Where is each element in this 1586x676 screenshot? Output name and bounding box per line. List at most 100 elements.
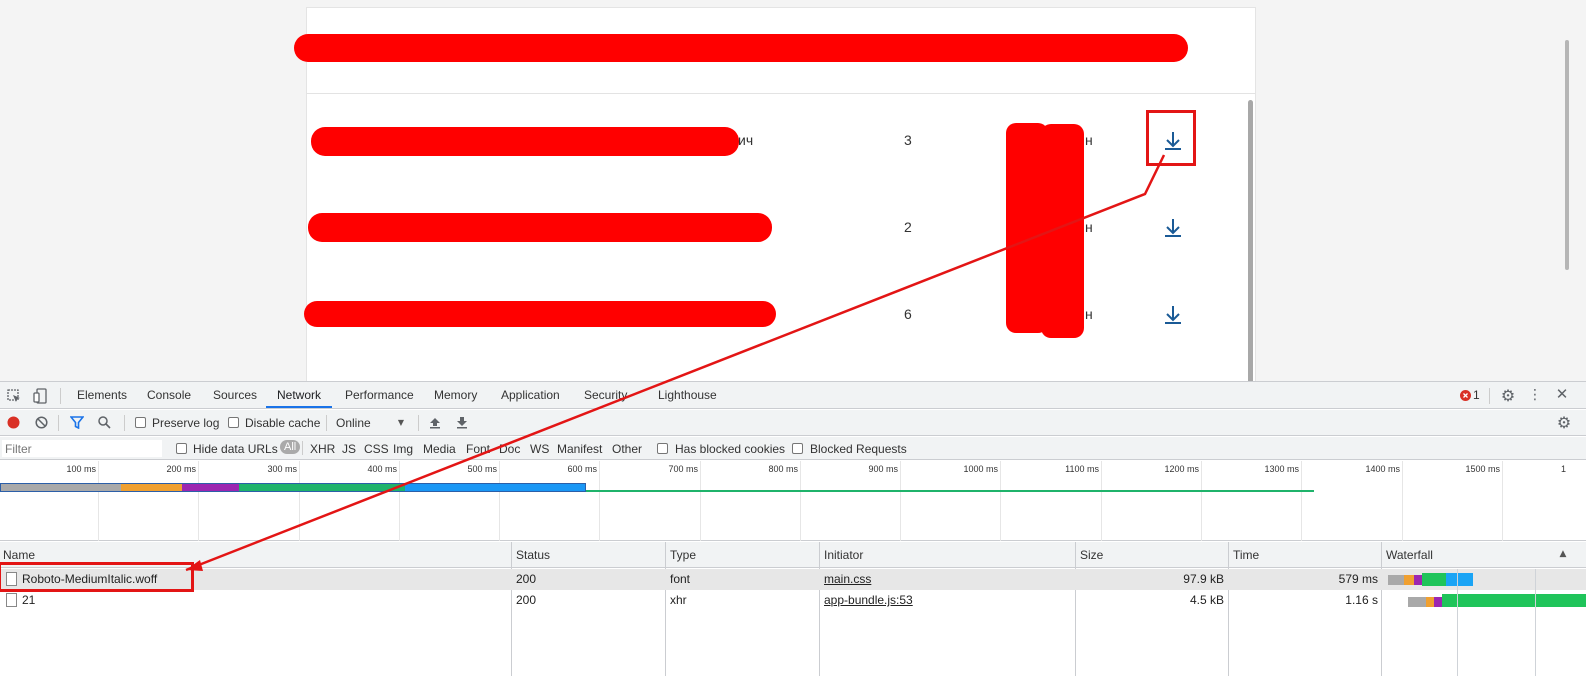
disable-cache-checkbox[interactable] [228,417,239,428]
column-header-status[interactable]: Status [516,548,550,562]
network-filterbar: Hide data URLs All XHR JS CSS Img Media … [0,437,1586,460]
request-status: 200 [516,572,537,586]
devtools-panel: Elements Console Sources Network Perform… [0,381,1586,676]
waterfall-marker [1535,569,1536,676]
column-header-waterfall[interactable]: Waterfall [1386,548,1433,562]
type-filter-media[interactable]: Media [423,442,456,456]
tab-elements[interactable]: Elements [77,382,127,408]
download-icon[interactable] [1163,217,1183,239]
has-blocked-cookies-label: Has blocked cookies [675,442,786,456]
column-header-type[interactable]: Type [670,548,696,562]
table-row[interactable]: Roboto-MediumItalic.woff 200 font main.c… [0,569,1586,590]
tick-label: 1100 ms [1065,464,1099,474]
redacted-name-2 [308,213,772,242]
tab-sources[interactable]: Sources [213,382,257,408]
export-har-icon[interactable] [455,415,469,429]
row-unit-suffix: н [1085,306,1093,322]
network-toolbar: Preserve log Disable cache Online ▼ ⚙ [0,410,1586,436]
blocked-requests-checkbox[interactable] [792,443,803,454]
disable-cache-label: Disable cache [245,416,321,430]
request-type: font [670,572,691,586]
import-har-icon[interactable] [428,415,442,429]
request-name[interactable]: 21 [22,593,35,607]
type-filter-js[interactable]: JS [342,442,356,456]
tick-label: 1300 ms [1264,464,1299,474]
more-options-icon[interactable]: ⋮ [1528,387,1542,403]
filter-input[interactable] [2,440,162,457]
throttling-select[interactable]: Online [336,416,371,430]
redacted-name-1 [311,127,739,156]
error-count[interactable]: 1 [1473,388,1480,402]
request-initiator-link[interactable]: app-bundle.js:53 [824,593,913,607]
overview-segment-queue [1,484,121,491]
redacted-column [1041,124,1084,338]
type-filter-img[interactable]: Img [393,442,413,456]
type-filter-all[interactable]: All [280,440,301,454]
device-toolbar-icon[interactable] [32,387,48,405]
download-icon[interactable] [1163,304,1183,326]
close-icon[interactable]: ✕ [1555,385,1569,403]
waterfall-bar [1442,594,1586,607]
waterfall-bar [1422,573,1446,586]
preserve-log-checkbox[interactable] [135,417,146,428]
filter-icon[interactable] [70,415,84,429]
page-scrollbar[interactable] [1565,40,1569,270]
tick-label: 900 ms [868,464,898,474]
tab-application[interactable]: Application [501,382,560,408]
row-count: 3 [904,132,912,148]
type-filter-manifest[interactable]: Manifest [557,442,602,456]
requests-table: Name Status Type Initiator Size Time Wat… [0,542,1586,676]
tick-label: 300 ms [267,464,297,474]
settings-gear-icon[interactable]: ⚙ [1500,386,1516,405]
redacted-name-3 [304,301,776,327]
tick-label: 500 ms [467,464,497,474]
row-count: 6 [904,306,912,322]
type-filter-ws[interactable]: WS [530,442,549,456]
blocked-requests-label: Blocked Requests [810,442,907,456]
request-initiator-link[interactable]: main.css [824,572,871,586]
column-header-name[interactable]: Name [3,548,35,562]
type-filter-font[interactable]: Font [466,442,490,456]
tab-network[interactable]: Network [266,382,333,408]
request-status: 200 [516,593,537,607]
content-card [306,7,1256,387]
tab-memory[interactable]: Memory [434,382,477,408]
tick-label: 1200 ms [1164,464,1199,474]
tab-performance[interactable]: Performance [345,382,414,408]
tick-label: 1400 ms [1365,464,1400,474]
type-filter-css[interactable]: CSS [364,442,389,456]
clear-icon[interactable] [34,415,48,429]
has-blocked-cookies-checkbox[interactable] [657,443,668,454]
waterfall-bar [1408,597,1426,607]
tab-lighthouse[interactable]: Lighthouse [658,382,717,408]
error-icon[interactable] [1459,389,1471,401]
annotation-box-download [1146,110,1196,166]
waterfall-bar [1426,597,1434,607]
type-filter-other[interactable]: Other [612,442,642,456]
record-icon[interactable] [6,415,20,429]
search-icon[interactable] [97,415,111,429]
overview-line-xhr [586,490,1314,492]
type-filter-doc[interactable]: Doc [499,442,520,456]
scrollbar[interactable] [1248,100,1253,384]
sort-ascending-icon[interactable]: ▲ [1558,548,1568,560]
inspect-element-icon[interactable] [6,388,22,404]
tick-label: 100 ms [66,464,96,474]
network-settings-gear-icon[interactable]: ⚙ [1556,413,1572,432]
column-header-size[interactable]: Size [1080,548,1103,562]
request-time: 1.16 s [1345,593,1378,607]
preserve-log-label: Preserve log [152,416,220,430]
type-filter-xhr[interactable]: XHR [310,442,335,456]
table-row[interactable]: 21 200 xhr app-bundle.js:53 4.5 kB 1.16 … [0,590,1586,611]
tick-label: 700 ms [668,464,698,474]
chevron-down-icon[interactable]: ▼ [396,417,406,427]
request-type: xhr [670,593,687,607]
row-name-suffix: ич [738,132,754,148]
tab-security[interactable]: Security [584,382,627,408]
hide-data-urls-checkbox[interactable] [176,443,187,454]
column-header-initiator[interactable]: Initiator [824,548,863,562]
request-time: 579 ms [1338,572,1378,586]
waterfall-bar [1446,573,1473,586]
tab-console[interactable]: Console [147,382,191,408]
column-header-time[interactable]: Time [1233,548,1259,562]
